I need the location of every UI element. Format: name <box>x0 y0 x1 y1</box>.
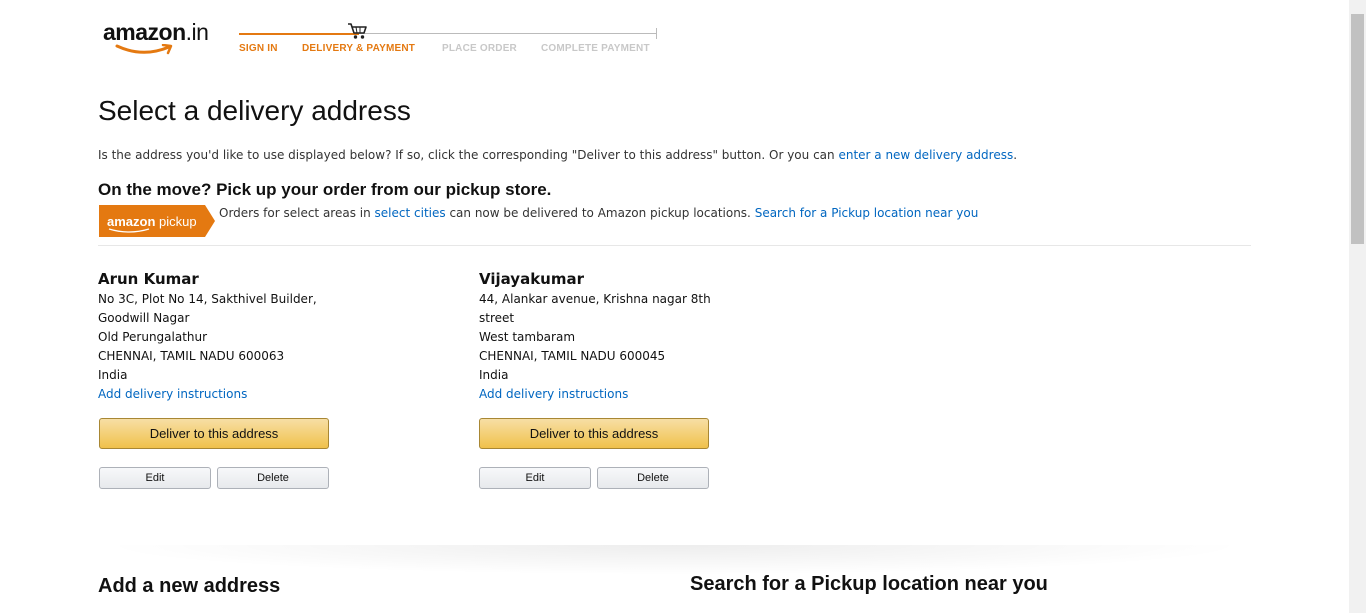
select-cities-link[interactable]: select cities <box>375 206 446 220</box>
search-pickup-location-link[interactable]: Search for a Pickup location near you <box>755 206 979 220</box>
progress-line-complete <box>239 33 359 35</box>
add-delivery-instructions-link[interactable]: Add delivery instructions <box>479 387 628 401</box>
step-sign-in[interactable]: SIGN IN <box>239 43 278 54</box>
edit-address-button[interactable]: Edit <box>99 467 211 489</box>
delete-address-button[interactable]: Delete <box>217 467 329 489</box>
vertical-scrollbar[interactable] <box>1349 0 1366 613</box>
step-place-order: PLACE ORDER <box>442 43 517 54</box>
address-line: CHENNAI, TAMIL NADU 600063 <box>98 349 285 363</box>
badge-word: pickup <box>159 214 197 229</box>
address-line: India <box>479 368 509 382</box>
pickup-heading: On the move? Pick up your order from our… <box>98 180 552 199</box>
checkout-progress: SIGN IN DELIVERY & PAYMENT PLACE ORDER C… <box>239 22 657 62</box>
add-delivery-instructions-link[interactable]: Add delivery instructions <box>98 387 247 401</box>
address-card: Arun Kumar No 3C, Plot No 14, Sakthivel … <box>98 270 338 404</box>
step-delivery-payment: DELIVERY & PAYMENT <box>302 43 416 54</box>
pickup-search-heading: Search for a Pickup location near you <box>690 573 1048 595</box>
address-line: West tambaram <box>479 330 576 344</box>
deliver-to-address-button[interactable]: Deliver to this address <box>99 418 329 449</box>
section-shadow-divider <box>98 545 1251 575</box>
amazon-pickup-badge: amazon pickup <box>99 205 215 237</box>
progress-end-tick <box>656 28 657 39</box>
enter-new-address-link[interactable]: enter a new delivery address <box>838 148 1013 162</box>
pickup-description: Orders for select areas in select cities… <box>219 206 979 220</box>
address-line: Goodwill Nagar <box>98 311 190 325</box>
address-line: India <box>98 368 128 382</box>
address-line: CHENNAI, TAMIL NADU 600045 <box>479 349 666 363</box>
address-line: Old Perungalathur <box>98 330 208 344</box>
step-complete-payment: COMPLETE PAYMENT <box>541 43 650 54</box>
edit-address-button[interactable]: Edit <box>479 467 591 489</box>
address-card: Vijayakumar 44, Alankar avenue, Krishna … <box>479 270 719 404</box>
amazon-logo[interactable]: amazon.in <box>103 18 223 58</box>
address-line: No 3C, Plot No 14, Sakthivel Builder, <box>98 292 317 306</box>
progress-line-remaining <box>359 33 657 34</box>
address-line: 44, Alankar avenue, Krishna nagar 8th <box>479 292 711 306</box>
scrollbar-thumb[interactable] <box>1351 14 1364 244</box>
intro-text: Is the address you'd like to use display… <box>98 148 1018 162</box>
section-divider <box>98 245 1251 246</box>
address-name: Arun Kumar <box>98 270 199 288</box>
smile-arrow-icon <box>115 44 173 55</box>
add-new-address-heading: Add a new address <box>98 575 281 597</box>
logo-wordmark: amazon.in <box>103 19 209 45</box>
delete-address-button[interactable]: Delete <box>597 467 709 489</box>
page-title: Select a delivery address <box>98 95 411 126</box>
address-line: street <box>479 311 515 325</box>
badge-brand: amazon <box>107 214 155 229</box>
address-name: Vijayakumar <box>479 270 584 288</box>
cart-icon <box>348 23 367 39</box>
deliver-to-address-button[interactable]: Deliver to this address <box>479 418 709 449</box>
